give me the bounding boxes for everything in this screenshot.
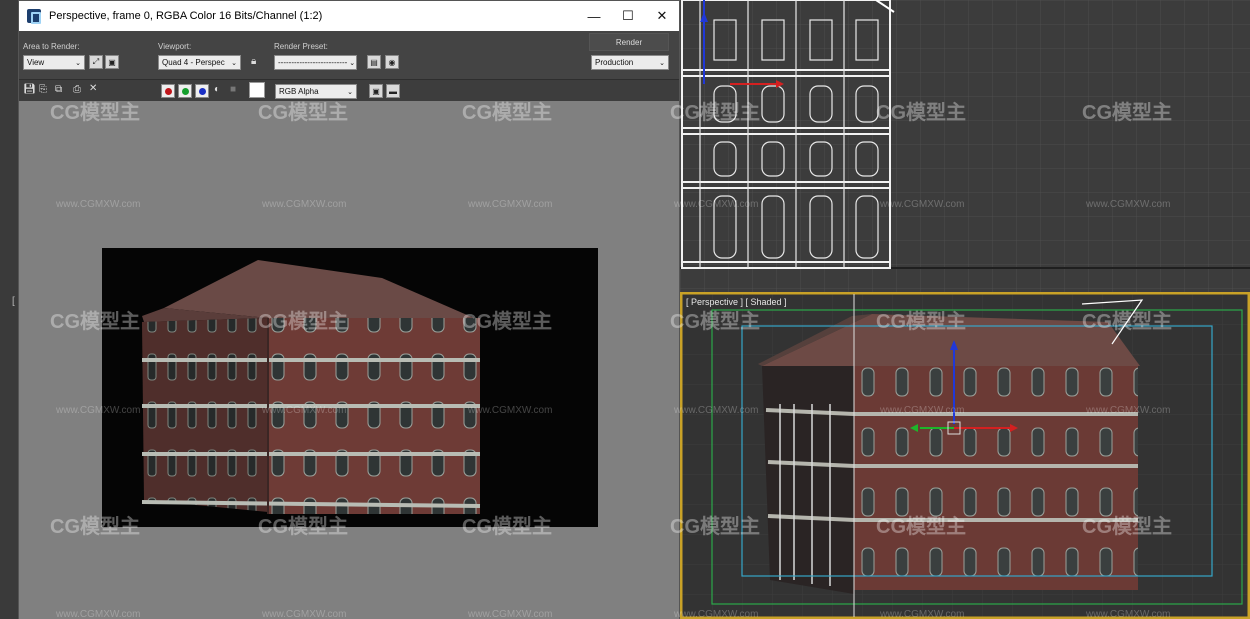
close-button[interactable]: ✕ — [645, 1, 679, 31]
watermark-logo: CG模型主 — [1082, 516, 1172, 538]
watermark-url: www.CGMXW.com — [674, 609, 759, 619]
viewport-value: Quad 4 - Perspec — [162, 58, 225, 67]
minimize-button[interactable]: — — [577, 1, 611, 31]
watermark-url: www.CGMXW.com — [262, 199, 347, 210]
chevron-down-icon: ⌄ — [659, 59, 665, 67]
3dsmax-app-icon — [27, 9, 41, 24]
viewport-label: Viewport: — [158, 42, 192, 51]
watermark-url: www.CGMXW.com — [880, 405, 965, 416]
watermark-logo: CG模型主 — [670, 311, 760, 333]
watermark-logo: CG模型主 — [50, 102, 140, 124]
area-to-render-value: View — [27, 58, 45, 67]
render-preset-label: Render Preset: — [274, 42, 328, 51]
watermark-logo: CG模型主 — [876, 311, 966, 333]
blue-channel-icon — [198, 87, 206, 95]
screen: [[Perspective] [Shaded] Perspective… — [0, 0, 1250, 619]
watermark-logo: CG模型主 — [258, 516, 348, 538]
watermark-logo: CG模型主 — [258, 311, 348, 333]
watermark-url: www.CGMXW.com — [56, 609, 141, 619]
render-preset-dropdown[interactable]: -------------------------- ⌄ — [274, 55, 357, 70]
production-value: Production — [595, 58, 634, 67]
watermark-logo: CG模型主 — [1082, 311, 1172, 333]
render-frame-title: Perspective, frame 0, RGBA Color 16 Bits… — [49, 10, 323, 22]
watermark-url: www.CGMXW.com — [468, 609, 553, 619]
watermark-logo: CG模型主 — [462, 102, 552, 124]
perspective-viewport[interactable]: [ Perspective ] [ Shaded ] — [680, 292, 1250, 619]
watermark-logo: CG模型主 — [1082, 102, 1172, 124]
watermark-logo: CG模型主 — [670, 516, 760, 538]
watermark-url: www.CGMXW.com — [1086, 609, 1171, 619]
monochrome-icon[interactable]: ■ — [230, 84, 236, 95]
edit-region-icon[interactable]: ⤢ — [89, 55, 103, 69]
clone-frame-icon[interactable]: ⧉ — [55, 84, 62, 95]
area-to-render-dropdown[interactable]: View ⌄ — [23, 55, 85, 70]
watermark-logo: CG模型主 — [50, 516, 140, 538]
watermark-url: www.CGMXW.com — [56, 199, 141, 210]
render-canvas[interactable] — [19, 101, 679, 619]
maximize-button[interactable]: ☐ — [611, 1, 645, 31]
watermark-url: www.CGMXW.com — [1086, 405, 1171, 416]
copy-image-icon[interactable]: ⎘ — [39, 84, 47, 95]
red-channel-toggle[interactable] — [161, 84, 175, 98]
chevron-down-icon: ⌄ — [349, 59, 356, 67]
rendered-building — [141, 260, 481, 514]
watermark-logo: CG模型主 — [670, 102, 760, 124]
auto-region-icon[interactable]: ▣ — [105, 55, 119, 69]
viewport-dropdown[interactable]: Quad 4 - Perspec ⌄ — [158, 55, 241, 70]
clear-icon[interactable]: ✕ — [89, 83, 97, 94]
watermark-url: www.CGMXW.com — [880, 199, 965, 210]
red-channel-icon — [164, 87, 172, 95]
watermark-url: www.CGMXW.com — [56, 405, 141, 416]
watermark-url: www.CGMXW.com — [1086, 199, 1171, 210]
save-image-icon[interactable]: 💾︎ — [23, 84, 36, 95]
watermark-logo: CG模型主 — [876, 516, 966, 538]
watermark-url: www.CGMXW.com — [468, 199, 553, 210]
left-app-strip: [ — [0, 0, 18, 619]
chevron-down-icon: ⌄ — [231, 59, 237, 67]
lock-icon[interactable]: 🔒︎ — [251, 56, 256, 67]
front-viewport-grid — [680, 0, 1250, 292]
watermark-url: www.CGMXW.com — [674, 199, 759, 210]
production-dropdown[interactable]: Production ⌄ — [591, 55, 669, 70]
render-button[interactable]: Render — [589, 33, 669, 51]
watermark-url: www.CGMXW.com — [880, 609, 965, 619]
chevron-down-icon: ⌄ — [75, 59, 81, 67]
front-viewport[interactable] — [680, 0, 1250, 292]
strip-bracket: [ — [12, 296, 15, 307]
watermark-logo: CG模型主 — [876, 102, 966, 124]
watermark-logo: CG模型主 — [462, 311, 552, 333]
render-setup-icon[interactable]: ▤ — [367, 55, 381, 69]
watermark-url: www.CGMXW.com — [468, 405, 553, 416]
rendered-image — [102, 248, 598, 527]
watermark-url: www.CGMXW.com — [262, 405, 347, 416]
environment-icon[interactable]: ◉ — [385, 55, 399, 69]
render-preset-value: -------------------------- — [278, 58, 348, 67]
display-channel-value: RGB Alpha — [279, 87, 319, 96]
toggle-ui-icon[interactable]: ▬ — [386, 84, 400, 98]
toggle-ui-overlay-icon[interactable]: ▣ — [369, 84, 383, 98]
watermark-url: www.CGMXW.com — [262, 609, 347, 619]
green-channel-toggle[interactable] — [178, 84, 192, 98]
watermark-logo: CG模型主 — [258, 102, 348, 124]
blue-channel-toggle[interactable] — [195, 84, 209, 98]
alpha-channel-icon[interactable]: ◐ — [214, 84, 220, 95]
print-icon[interactable]: ⎙ — [73, 84, 81, 95]
watermark-logo: CG模型主 — [50, 311, 140, 333]
perspective-scene — [682, 294, 1248, 617]
green-channel-icon — [181, 87, 189, 95]
chevron-down-icon: ⌄ — [347, 88, 353, 96]
render-frame-titlebar[interactable]: Perspective, frame 0, RGBA Color 16 Bits… — [19, 1, 679, 31]
area-to-render-label: Area to Render: — [23, 42, 80, 51]
watermark-url: www.CGMXW.com — [674, 405, 759, 416]
watermark-logo: CG模型主 — [462, 516, 552, 538]
